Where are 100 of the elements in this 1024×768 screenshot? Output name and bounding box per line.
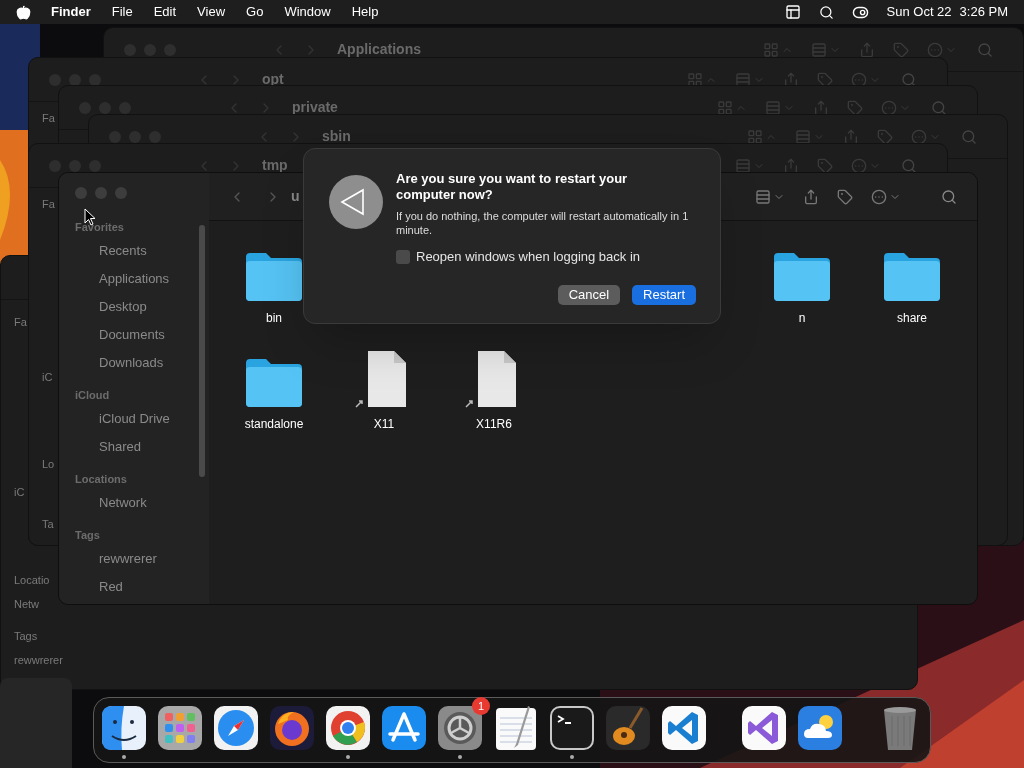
file-name[interactable]: share	[897, 309, 927, 327]
group-icon[interactable]	[795, 128, 811, 145]
more-icon[interactable]	[911, 128, 927, 145]
tag-icon[interactable]	[877, 128, 893, 145]
more-icon[interactable]	[851, 157, 867, 174]
window-control[interactable]	[49, 73, 61, 86]
sidebar-item[interactable]: Downloads	[75, 349, 209, 377]
grid-view-icon[interactable]	[747, 128, 763, 145]
window-control[interactable]	[124, 43, 136, 56]
window-control[interactable]	[129, 130, 141, 143]
sidebar-item[interactable]: rewwrerer	[75, 545, 209, 573]
sidebar-item[interactable]: Documents	[75, 321, 209, 349]
window-control[interactable]	[69, 159, 81, 172]
file-name[interactable]: n	[798, 309, 806, 327]
share-icon[interactable]	[843, 128, 859, 145]
checkbox[interactable]	[396, 249, 410, 264]
restart-button[interactable]: Restart	[632, 284, 696, 305]
ribbon-icon[interactable]	[660, 704, 708, 752]
sidebar-text: Netw	[14, 597, 40, 612]
sidebar-item[interactable]: Red	[75, 573, 209, 601]
guitar-icon[interactable]	[604, 704, 652, 752]
sidebar-item[interactable]: Applications	[75, 265, 209, 293]
window-control[interactable]	[119, 101, 131, 114]
menu-item[interactable]: Go	[246, 2, 264, 22]
menu-item[interactable]: Window	[284, 2, 331, 22]
cloud-sun-icon[interactable]	[796, 704, 844, 752]
window-control[interactable]	[109, 130, 121, 143]
tag-icon[interactable]	[817, 157, 833, 174]
more-icon[interactable]	[871, 188, 887, 205]
window-control[interactable]	[89, 159, 101, 172]
search-icon[interactable]	[818, 4, 834, 20]
window-control[interactable]	[149, 130, 161, 143]
more-icon[interactable]	[927, 41, 943, 58]
infinity-icon[interactable]	[740, 704, 788, 752]
face-icon[interactable]	[100, 704, 148, 752]
apple-logo-icon[interactable]	[16, 4, 31, 20]
group-icon[interactable]	[735, 71, 751, 88]
file-name[interactable]: X11R6	[476, 415, 512, 433]
share-icon[interactable]	[859, 41, 875, 58]
window-control[interactable]	[95, 187, 107, 199]
window-control[interactable]	[75, 187, 87, 199]
group-icon[interactable]	[811, 41, 827, 58]
app-menu[interactable]: Finder	[51, 2, 91, 22]
sidebar-item[interactable]: iCloud Drive	[75, 405, 209, 433]
grid-view-icon[interactable]	[687, 71, 703, 88]
more-icon[interactable]	[881, 99, 897, 116]
menu-item[interactable]: View	[197, 2, 226, 22]
menu-bar-time[interactable]: 3:26 PM	[959, 2, 1008, 22]
sidebar-heading: Favorites	[75, 220, 125, 235]
tag-icon[interactable]	[817, 71, 833, 88]
share-icon[interactable]	[783, 71, 799, 88]
file-name[interactable]: bin	[266, 309, 282, 327]
window-control[interactable]	[89, 73, 101, 86]
window-control[interactable]	[69, 73, 81, 86]
compass-icon[interactable]	[212, 704, 260, 752]
cancel-button[interactable]: Cancel	[557, 284, 621, 305]
group-icon[interactable]	[755, 188, 771, 205]
sidebar-item[interactable]: Network	[75, 489, 209, 517]
menu-item[interactable]: File	[111, 2, 133, 22]
menu-item[interactable]: Help	[351, 2, 379, 22]
group-icon[interactable]	[735, 157, 751, 174]
screen-mirroring-icon[interactable]	[784, 4, 801, 20]
window-control[interactable]	[99, 101, 111, 114]
menu-item[interactable]: Edit	[153, 2, 177, 22]
file-name[interactable]: X11	[373, 415, 395, 433]
fox-globe-icon[interactable]	[268, 704, 316, 752]
sidebar-heading: iCloud	[75, 388, 111, 403]
gear-icon[interactable]	[436, 704, 484, 752]
ring-icon[interactable]	[324, 704, 372, 752]
sidebar-item[interactable]: Recents	[75, 237, 209, 265]
app-grid-icon[interactable]	[156, 704, 204, 752]
tag-icon[interactable]	[847, 99, 863, 116]
tag-icon[interactable]	[893, 41, 909, 58]
share-icon[interactable]	[813, 99, 829, 116]
grid-view-icon[interactable]	[763, 41, 779, 58]
window-control[interactable]	[144, 43, 156, 56]
folder-icon	[244, 357, 304, 409]
share-icon[interactable]	[783, 157, 799, 174]
window-title: private	[292, 98, 338, 117]
sidebar-item[interactable]: Shared	[75, 433, 209, 461]
window-control[interactable]	[164, 43, 176, 56]
terminal-icon[interactable]	[548, 704, 596, 752]
sidebar-text: Lo	[42, 457, 55, 472]
dialog-message: If you do nothing, the computer will restart automatically in 1 minute.	[396, 209, 690, 237]
sidebar-item[interactable]: Desktop	[75, 293, 209, 321]
window-control[interactable]	[115, 187, 127, 199]
menu-bar-date[interactable]: Sun Oct 22	[886, 2, 952, 22]
a-glyph-icon[interactable]	[380, 704, 428, 752]
group-icon[interactable]	[765, 99, 781, 116]
sidebar-text: Fa	[14, 315, 27, 330]
grid-view-icon[interactable]	[717, 99, 733, 116]
sidebar-heading: Tags	[75, 528, 101, 543]
notification-badge: 1	[472, 697, 490, 715]
window-title: Applications	[337, 40, 421, 59]
more-icon[interactable]	[851, 71, 867, 88]
folder-icon	[244, 251, 304, 303]
tag-icon[interactable]	[837, 188, 853, 205]
share-icon[interactable]	[803, 188, 819, 205]
file-name[interactable]: standalone	[244, 415, 304, 433]
scrollbar[interactable]	[199, 225, 205, 477]
